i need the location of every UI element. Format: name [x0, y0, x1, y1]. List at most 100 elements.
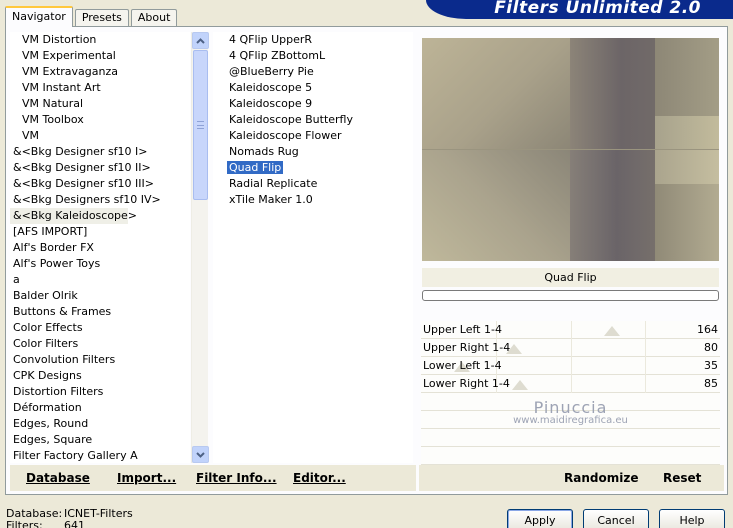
category-item[interactable]: Alf's Border FX	[10, 240, 190, 256]
category-item[interactable]: [AFS IMPORT]	[10, 224, 190, 240]
category-item[interactable]: Déformation	[10, 400, 190, 416]
slider-label: Lower Right 1-4	[423, 377, 510, 390]
left-action-bar: Database Import... Filter Info... Editor…	[10, 465, 416, 491]
category-item[interactable]: VM Toolbox	[10, 112, 190, 128]
filter-item[interactable]: @BlueBerry Pie	[213, 64, 413, 80]
category-item[interactable]: a	[10, 272, 190, 288]
preview-quad-upper-left	[422, 38, 570, 150]
slider-tick	[645, 321, 646, 339]
filter-item-label: 4 QFlip ZBottomL	[229, 49, 326, 62]
category-item[interactable]: VM Extravaganza	[10, 64, 190, 80]
scroll-thumb[interactable]	[193, 50, 208, 200]
scroll-down-button[interactable]	[192, 446, 209, 463]
status-area: Database: ICNET-Filters Filters: 641	[6, 508, 133, 528]
preview-quad-upper-middle	[570, 38, 655, 150]
slider-row[interactable]: Upper Right 1-4 80	[421, 339, 720, 357]
filter-item[interactable]: 4 QFlip UpperR	[213, 32, 413, 48]
filter-item-label: @BlueBerry Pie	[229, 65, 314, 78]
filter-item[interactable]: xTile Maker 1.0	[213, 192, 413, 208]
filter-item[interactable]: Kaleidoscope Flower	[213, 128, 413, 144]
category-item[interactable]: &<Bkg Kaleidoscope>	[10, 208, 137, 224]
category-item[interactable]: &<Bkg Designer sf10 III>	[10, 176, 190, 192]
filter-item-label: Kaleidoscope 9	[229, 97, 313, 110]
slider-tick	[571, 339, 572, 357]
category-item[interactable]: Balder Olrik	[10, 288, 190, 304]
category-item[interactable]: Alf's Power Toys	[10, 256, 190, 272]
empty-slider-row	[421, 411, 720, 429]
category-item[interactable]: &<Bkg Designers sf10 IV>	[10, 192, 190, 208]
slider-thumb-icon[interactable]	[604, 326, 620, 336]
slider-tick	[645, 357, 646, 375]
filter-item[interactable]: Kaleidoscope Butterfly	[213, 112, 413, 128]
empty-slider-row	[421, 447, 720, 465]
category-item[interactable]: Convolution Filters	[10, 352, 190, 368]
tab-about[interactable]: About	[130, 9, 178, 26]
empty-slider-row	[421, 429, 720, 447]
category-item[interactable]: Color Effects	[10, 320, 190, 336]
progress-bar	[422, 290, 719, 301]
tab-navigator[interactable]: Navigator	[5, 6, 73, 27]
app-banner: Filters Unlimited 2.0	[426, 0, 733, 19]
category-item[interactable]: VM	[10, 128, 190, 144]
preview-quad-upper-right	[655, 38, 719, 116]
slider-tick	[571, 375, 572, 393]
editor-button[interactable]: Editor...	[293, 471, 346, 485]
slider-tick	[645, 375, 646, 393]
category-item[interactable]: VM Distortion	[10, 32, 190, 48]
category-item[interactable]: Filter Factory Gallery A	[10, 448, 190, 463]
parameter-sliders: Upper Left 1-4 164 Upper Right 1-4 80 Lower …	[421, 321, 720, 465]
reset-button[interactable]: Reset	[663, 471, 701, 485]
randomize-button[interactable]: Randomize	[564, 471, 638, 485]
filter-list[interactable]: 4 QFlip UpperR 4 QFlip ZBottomL @BlueBerry…	[213, 32, 413, 463]
slider-tick	[571, 321, 572, 339]
preview-quad-lower-right	[655, 184, 719, 261]
filter-item[interactable]: Nomads Rug	[213, 144, 413, 160]
preview-quad-right-strip	[655, 116, 719, 150]
slider-row[interactable]: Upper Left 1-4 164	[421, 321, 720, 339]
tab-presets[interactable]: Presets	[74, 9, 129, 26]
filter-item[interactable]: Quad Flip	[213, 160, 413, 176]
category-item[interactable]: Edges, Square	[10, 432, 190, 448]
chevron-up-icon	[196, 37, 205, 44]
slider-tick	[571, 357, 572, 375]
preview-quad-right-strip-2	[655, 150, 719, 184]
category-item[interactable]: VM Natural	[10, 96, 190, 112]
filter-item-label: 4 QFlip UpperR	[229, 33, 313, 46]
filter-item[interactable]: Kaleidoscope 9	[213, 96, 413, 112]
cancel-button[interactable]: Cancel	[583, 509, 649, 528]
database-button[interactable]: Database	[26, 471, 90, 485]
filter-info-button[interactable]: Filter Info...	[196, 471, 277, 485]
filters-count: 641	[64, 519, 85, 528]
filter-item[interactable]: Radial Replicate	[213, 176, 413, 192]
category-item[interactable]: Distortion Filters	[10, 384, 190, 400]
category-item[interactable]: Color Filters	[10, 336, 190, 352]
apply-button[interactable]: Apply	[507, 509, 573, 528]
filter-item-label: Kaleidoscope Butterfly	[229, 113, 353, 126]
category-item[interactable]: VM Instant Art	[10, 80, 190, 96]
import-button[interactable]: Import...	[117, 471, 176, 485]
category-item[interactable]: &<Bkg Designer sf10 I>	[10, 144, 190, 160]
slider-tick	[645, 339, 646, 357]
category-item[interactable]: Edges, Round	[10, 416, 190, 432]
filter-item-label: xTile Maker 1.0	[229, 193, 313, 206]
chevron-down-icon	[196, 451, 205, 458]
filter-item-label: Kaleidoscope 5	[229, 81, 313, 94]
category-item[interactable]: CPK Designs	[10, 368, 190, 384]
preview-quad-lower-left	[422, 150, 570, 261]
filter-item[interactable]: Kaleidoscope 5	[213, 80, 413, 96]
category-item[interactable]: VM Experimental	[10, 48, 190, 64]
preview-quad-lower-middle	[570, 150, 655, 261]
slider-thumb-icon[interactable]	[512, 380, 528, 390]
slider-row[interactable]: Lower Right 1-4 85	[421, 375, 720, 393]
scroll-up-button[interactable]	[192, 32, 209, 49]
tab-strip: Navigator Presets About	[5, 6, 179, 27]
category-item[interactable]: Buttons & Frames	[10, 304, 190, 320]
grip-icon	[197, 121, 204, 129]
slider-value: 80	[704, 341, 718, 354]
category-item[interactable]: &<Bkg Designer sf10 II>	[10, 160, 190, 176]
category-scrollbar[interactable]	[191, 32, 209, 463]
category-list[interactable]: VM Distortion VM Experimental VM Extravaga…	[10, 32, 190, 463]
help-button[interactable]: Help	[659, 509, 725, 528]
slider-row[interactable]: Lower Left 1-4 35	[421, 357, 720, 375]
filter-item[interactable]: 4 QFlip ZBottomL	[213, 48, 413, 64]
